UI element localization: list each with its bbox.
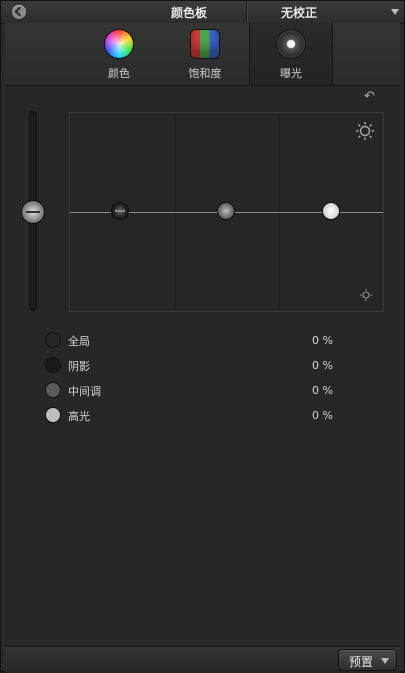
- tab-label: 颜色: [108, 67, 130, 80]
- bottom-bar: 预置: [5, 646, 400, 673]
- control-label: 全局: [68, 335, 90, 348]
- control-row-midtones[interactable]: 中间调 0 %: [46, 381, 346, 401]
- control-label: 阴影: [68, 360, 90, 373]
- title-bar: 颜色板 无校正: [1, 1, 404, 24]
- control-value: 0 %: [312, 384, 333, 397]
- tab-saturation[interactable]: 饱和度: [163, 23, 247, 85]
- highlights-handle[interactable]: [323, 203, 339, 219]
- preset-button[interactable]: 预置: [339, 650, 396, 670]
- control-row-global[interactable]: 全局 0 %: [46, 331, 346, 351]
- highlights-radio[interactable]: [46, 408, 60, 422]
- title-divider: [246, 1, 247, 23]
- brightness-high-icon: [356, 122, 374, 140]
- preset-label: 预置: [349, 655, 374, 669]
- global-radio[interactable]: [46, 333, 60, 347]
- tab-color[interactable]: 颜色: [77, 23, 161, 85]
- shadows-handle[interactable]: [112, 203, 128, 219]
- chevron-down-icon[interactable]: [391, 9, 399, 15]
- control-row-shadows[interactable]: 阴影 0 %: [46, 356, 346, 376]
- saturation-icon: [191, 30, 219, 58]
- control-row-highlights[interactable]: 高光 0 %: [46, 406, 346, 426]
- control-value: 0 %: [312, 409, 333, 422]
- global-slider-handle[interactable]: [22, 201, 44, 223]
- tab-label: 饱和度: [188, 67, 222, 80]
- color-wheel-icon: [105, 30, 133, 58]
- color-board-panel: 颜色板 无校正 颜色 饱和度 曝光 ↶ 全局 0 % 阴影 0 % 中间调 0 …: [0, 0, 405, 673]
- tab-label: 曝光: [280, 67, 302, 80]
- control-value: 0 %: [312, 359, 333, 372]
- shadows-radio[interactable]: [46, 358, 60, 372]
- midtones-handle[interactable]: [218, 203, 234, 219]
- correction-selector[interactable]: 无校正: [281, 4, 317, 21]
- tab-exposure[interactable]: 曝光: [249, 23, 333, 85]
- midtones-radio[interactable]: [46, 383, 60, 397]
- tab-bar: 颜色 饱和度 曝光: [5, 23, 400, 86]
- chevron-down-icon: [381, 658, 389, 664]
- control-value: 0 %: [312, 334, 333, 347]
- exposure-icon: [277, 30, 305, 58]
- back-icon[interactable]: [12, 5, 26, 19]
- control-label: 中间调: [68, 385, 101, 398]
- control-label: 高光: [68, 410, 90, 423]
- panel-title: 颜色板: [171, 6, 208, 20]
- brightness-low-icon: [360, 289, 372, 301]
- reset-icon[interactable]: ↶: [364, 89, 375, 104]
